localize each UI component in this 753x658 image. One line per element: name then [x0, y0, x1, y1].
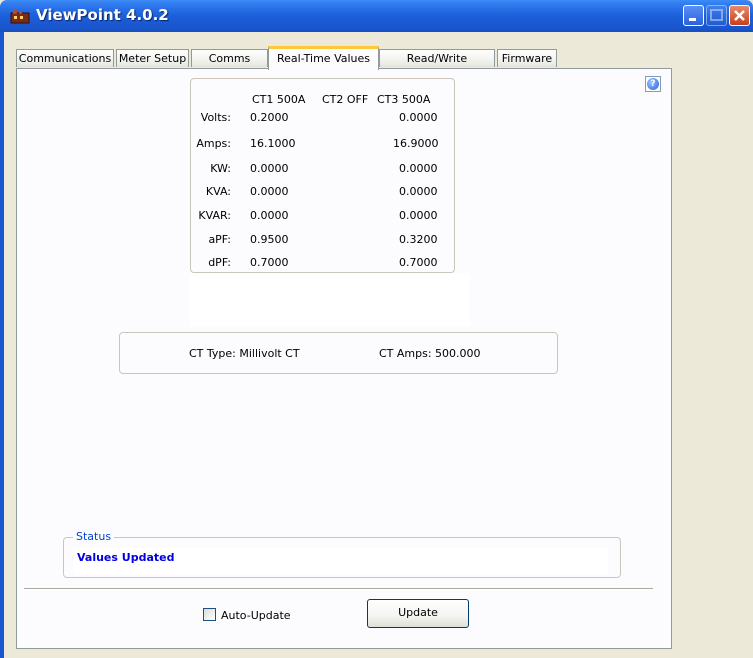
tab-comms-setup[interactable]: Comms Setup — [191, 49, 268, 83]
close-button[interactable] — [729, 5, 750, 26]
ct-info-group — [119, 332, 558, 374]
value-kva-ct1: 0.0000 — [250, 185, 289, 198]
maximize-button[interactable] — [706, 5, 727, 26]
column-header-ct3: CT3 500A — [377, 93, 431, 106]
help-button[interactable]: ? — [645, 76, 661, 92]
auto-update-label[interactable]: Auto-Update — [221, 609, 291, 622]
value-volts-ct1: 0.2000 — [250, 111, 289, 124]
value-volts-ct3: 0.0000 — [399, 111, 438, 124]
minimize-button[interactable] — [683, 5, 704, 26]
tab-read-write-registers[interactable]: Read/Write Registers — [379, 49, 495, 83]
value-amps-ct3: 16.9000 — [393, 137, 439, 150]
title-bar[interactable]: ViewPoint 4.0.2 — [0, 0, 753, 32]
row-label-dpf: dPF: — [208, 256, 231, 269]
checkbox-box[interactable] — [203, 608, 216, 621]
value-apf-ct1: 0.9500 — [250, 233, 289, 246]
ct-amps-label: CT Amps: 500.000 — [379, 347, 481, 360]
row-label-amps: Amps: — [196, 137, 231, 150]
minimize-icon — [689, 18, 696, 21]
close-icon — [734, 10, 745, 21]
tab-communications[interactable]: Communications — [16, 49, 114, 67]
value-apf-ct3: 0.3200 — [399, 233, 438, 246]
value-dpf-ct3: 0.7000 — [399, 256, 438, 269]
value-kw-ct1: 0.0000 — [250, 162, 289, 175]
column-header-ct2: CT2 OFF — [322, 93, 369, 106]
value-kvar-ct3: 0.0000 — [399, 209, 438, 222]
status-field: Values Updated — [73, 548, 608, 575]
viewpoint-app-icon — [10, 7, 30, 24]
tab-meter-setup[interactable]: Meter Setup — [116, 49, 189, 67]
window-border — [0, 32, 4, 658]
tab-firmware[interactable]: Firmware — [497, 49, 557, 67]
values-blank-area — [190, 273, 470, 326]
value-dpf-ct1: 0.7000 — [250, 256, 289, 269]
value-kw-ct3: 0.0000 — [399, 162, 438, 175]
tab-real-time-values[interactable]: Real-Time Values — [268, 46, 379, 70]
window-title: ViewPoint 4.0.2 — [36, 6, 169, 24]
status-text: Values Updated — [77, 551, 175, 564]
row-label-kw: KW: — [210, 162, 231, 175]
value-amps-ct1: 16.1000 — [250, 137, 296, 150]
row-label-volts: Volts: — [200, 111, 231, 124]
value-kvar-ct1: 0.0000 — [250, 209, 289, 222]
status-legend: Status — [73, 530, 115, 543]
ct-type-label: CT Type: Millivolt CT — [189, 347, 300, 360]
row-label-kvar: KVAR: — [198, 209, 231, 222]
help-icon: ? — [647, 78, 659, 90]
row-label-apf: aPF: — [208, 233, 231, 246]
maximize-icon — [710, 9, 723, 21]
value-kva-ct3: 0.0000 — [399, 185, 438, 198]
update-button[interactable]: Update — [367, 599, 469, 628]
column-header-ct1: CT1 500A — [252, 93, 306, 106]
divider — [24, 588, 653, 590]
row-label-kva: KVA: — [205, 185, 231, 198]
